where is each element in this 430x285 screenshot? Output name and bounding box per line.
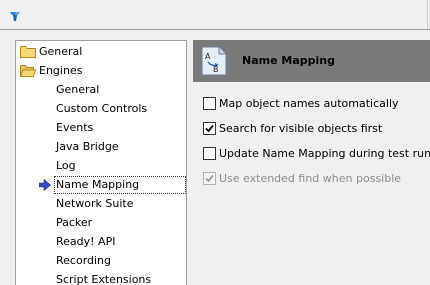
checkbox-label: Use extended find when possible <box>219 172 402 185</box>
tree-item-label: Network Suite <box>56 197 134 210</box>
icon-letter-b: B <box>213 65 219 74</box>
panel-title: Name Mapping <box>242 54 335 67</box>
checkmark-icon <box>205 124 214 133</box>
tree-item-label: Name Mapping <box>56 178 140 191</box>
checkbox-box[interactable] <box>203 122 216 135</box>
checkbox-box[interactable] <box>203 97 216 110</box>
folder-icon <box>20 46 36 58</box>
checkbox-label: Search for visible objects first <box>219 122 383 135</box>
icon-letter-a: A <box>205 52 211 61</box>
tree-group-general[interactable]: General <box>20 42 185 61</box>
checkbox-label: Map object names automatically <box>219 97 399 110</box>
checkbox-box <box>203 172 216 185</box>
tree-item-label: Java Bridge <box>56 140 119 153</box>
tree-item-label: Packer <box>56 216 93 229</box>
tree-group-label: General <box>39 45 83 58</box>
tree-group-label: Engines <box>39 64 83 77</box>
open-folder-icon <box>20 65 36 77</box>
title-bar <box>0 0 430 30</box>
tree-item-label: Ready! API <box>56 235 116 248</box>
tree-item-label: Script Extensions <box>56 273 152 285</box>
divider <box>0 29 430 30</box>
checkbox-label: Update Name Mapping during test run <box>219 147 430 160</box>
tree-group-engines[interactable]: Engines <box>20 61 185 80</box>
name-mapping-icon: A B <box>201 46 227 76</box>
checkmark-icon <box>205 174 214 183</box>
tree-item-label: Recording <box>56 254 112 267</box>
app-logo-icon <box>10 12 20 21</box>
tree-item-label: General <box>56 83 100 96</box>
window-edge <box>427 0 428 30</box>
checkbox-box[interactable] <box>203 147 216 160</box>
tree-item-label: Log <box>56 159 76 172</box>
tree-item-label: Custom Controls <box>56 102 148 115</box>
settings-tree[interactable]: General Engines General Custom Controls … <box>15 40 187 285</box>
tree-item-label: Events <box>56 121 94 134</box>
current-item-arrow-icon <box>39 179 51 191</box>
panel-header: A B Name Mapping <box>193 40 430 82</box>
